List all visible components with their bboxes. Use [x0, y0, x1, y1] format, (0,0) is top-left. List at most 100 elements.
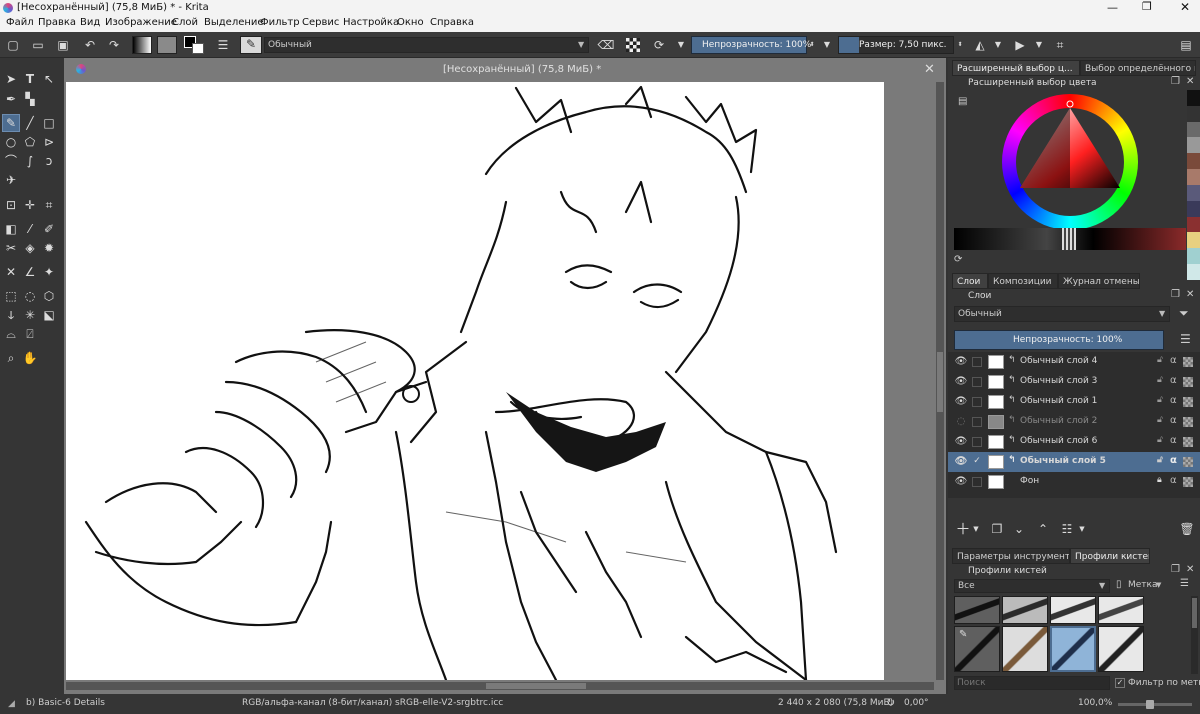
color-triangle[interactable] — [1002, 94, 1138, 230]
brush-preset-4[interactable] — [1098, 596, 1144, 624]
alpha-lock-icon[interactable]: α — [1170, 395, 1177, 406]
close-window-button[interactable]: ✕ — [1180, 0, 1190, 14]
bezier-path-icon[interactable]: ✒ — [2, 90, 20, 108]
new-document-icon[interactable]: ▢ — [5, 37, 21, 53]
inherit-alpha-icon[interactable] — [1183, 477, 1193, 487]
menu-view[interactable]: Вид — [80, 17, 100, 28]
bezier-select-icon[interactable]: ⌓ — [2, 325, 20, 343]
tag-icon[interactable]: ▯ — [1116, 579, 1122, 590]
layer-row[interactable]: 👁 ↰ Обычный слой 3 🔓︎ α — [948, 372, 1200, 392]
similar-select-icon[interactable]: ⬕ — [40, 306, 58, 324]
float-icon[interactable]: ❐ — [1171, 76, 1180, 87]
chevron-down-icon[interactable]: ▼ — [972, 524, 980, 534]
brush-preset-1[interactable] — [954, 596, 1000, 624]
move-tool-icon[interactable]: ✛ — [21, 196, 39, 214]
color-settings-icon[interactable]: ▤ — [958, 96, 967, 107]
pan-tool-icon[interactable]: ✋ — [21, 349, 39, 367]
palette-strip[interactable] — [1187, 90, 1200, 280]
opacity-stepper-icon[interactable]: ⬍ — [807, 36, 817, 54]
ellipse-select-icon[interactable]: ◌ — [21, 287, 39, 305]
brush-search-input[interactable] — [954, 676, 1110, 690]
color-picker-icon[interactable]: ⁄ — [21, 220, 39, 238]
tab-brush-presets[interactable]: Профили кистей — [1070, 548, 1150, 564]
wrap-around-icon[interactable]: ⌗ — [1052, 37, 1068, 53]
inherit-alpha-icon[interactable] — [1183, 457, 1193, 467]
smart-patch-icon[interactable]: ✂ — [2, 239, 20, 257]
layer-checkbox[interactable] — [972, 397, 982, 407]
alpha-lock-icon[interactable]: α — [1170, 475, 1177, 486]
reference-tool-icon[interactable]: ✦ — [40, 263, 58, 281]
crop-tool-icon[interactable]: ⌗ — [40, 196, 58, 214]
move-layer-down-icon[interactable]: ⌄ — [1010, 520, 1028, 538]
chevron-down-icon[interactable]: ▼ — [822, 40, 832, 50]
inherit-alpha-icon[interactable] — [1183, 397, 1193, 407]
background-color-swatch[interactable] — [192, 43, 204, 54]
layer-checkbox[interactable] — [972, 357, 982, 367]
crop-transform-icon[interactable]: ⊡ — [2, 196, 20, 214]
magnetic-select-icon[interactable]: ⍁ — [21, 325, 39, 343]
alpha-lock-icon[interactable]: α — [1170, 435, 1177, 446]
tab-tool-options[interactable]: Параметры инструмента — [952, 548, 1070, 564]
add-layer-icon[interactable]: ＋ — [954, 520, 972, 538]
line-tool-icon[interactable]: ╱ — [21, 114, 39, 132]
gradient-swatch[interactable] — [132, 36, 152, 54]
close-icon[interactable]: ✕ — [1186, 289, 1194, 300]
tab-compositions[interactable]: Композиции — [988, 273, 1058, 289]
filter-by-tag-checkbox[interactable]: ✓ — [1115, 678, 1125, 688]
filter-icon[interactable]: ⏷ — [1179, 306, 1189, 321]
fill-tool-icon[interactable]: ◈ — [21, 239, 39, 257]
pattern-swatch[interactable] — [157, 36, 177, 54]
maximize-button[interactable]: ❐ — [1142, 0, 1152, 13]
layer-row[interactable]: 👁 ↰ Обычный слой 4 🔓︎ α — [948, 352, 1200, 372]
menu-filter[interactable]: Фильтр — [260, 17, 300, 28]
ellipse-tool-icon[interactable]: ○ — [2, 133, 20, 151]
menu-window[interactable]: Окно — [397, 17, 424, 28]
rect-select-icon[interactable]: ⬚ — [2, 287, 20, 305]
menu-help[interactable]: Справка — [430, 17, 474, 28]
eye-icon[interactable]: 👁 — [954, 455, 968, 469]
layer-row[interactable]: 👁 ↰ Обычный слой 6 🔓︎ α — [948, 432, 1200, 452]
rotation-value[interactable]: 0,00° — [904, 698, 929, 708]
color-wheel[interactable] — [1002, 94, 1138, 230]
brush-view-settings-icon[interactable]: ☰ — [1180, 578, 1189, 589]
alpha-lock-icon[interactable]: α — [1170, 355, 1177, 366]
eye-icon[interactable]: 👁 — [954, 355, 968, 369]
menu-settings[interactable]: Настройка — [343, 17, 399, 28]
polygon-select-icon[interactable]: ⬡ — [40, 287, 58, 305]
contiguous-select-icon[interactable]: ✳ — [21, 306, 39, 324]
lock-icon[interactable]: 🔓︎ — [1157, 375, 1163, 385]
reload-preset-icon[interactable]: ⟳ — [651, 37, 667, 53]
open-folder-icon[interactable]: ▭ — [30, 37, 46, 53]
lock-icon[interactable]: 🔒︎ — [1157, 475, 1162, 485]
brush-size-slider[interactable]: Размер: 7,50 пикс. — [838, 36, 954, 54]
float-icon[interactable]: ❐ — [1171, 564, 1180, 575]
calligraphy-icon[interactable]: ▚ — [21, 90, 39, 108]
assistant-tool-icon[interactable]: ✕ — [2, 263, 20, 281]
enclose-fill-icon[interactable]: ✹ — [40, 239, 58, 257]
duplicate-layer-icon[interactable]: ❐ — [988, 520, 1006, 538]
lock-icon[interactable]: 🔓︎ — [1157, 395, 1163, 405]
layer-checkbox[interactable] — [972, 477, 982, 487]
layer-row[interactable]: 👁 Фон 🔒︎ α — [948, 472, 1200, 492]
inherit-alpha-icon[interactable] — [1183, 377, 1193, 387]
brush-preset-2[interactable] — [1002, 596, 1048, 624]
menu-tools[interactable]: Сервис — [302, 17, 339, 28]
layer-row[interactable]: 👁 ↰ Обычный слой 1 🔓︎ α — [948, 392, 1200, 412]
layer-checkbox[interactable]: ✓ — [972, 457, 982, 467]
vertical-scrollbar[interactable] — [936, 82, 944, 680]
layer-row-hidden[interactable]: ◌ ↰ Обычный слой 2 🔓︎ α — [948, 412, 1200, 432]
eraser-icon[interactable]: ⌫ — [598, 37, 615, 53]
gradient-tool-icon[interactable]: ◧ — [2, 220, 20, 238]
chevron-down-icon[interactable]: ▼ — [676, 40, 686, 50]
float-icon[interactable]: ❐ — [1171, 289, 1180, 300]
color-history-bar[interactable] — [954, 228, 1186, 250]
tab-undo-history[interactable]: Журнал отмены — [1058, 273, 1140, 289]
layer-opacity-slider[interactable]: Непрозрачность: 100% — [954, 330, 1164, 350]
zoom-value[interactable]: 100,0% — [1078, 698, 1112, 708]
preserve-alpha-icon[interactable] — [626, 38, 640, 52]
layer-checkbox[interactable] — [972, 377, 982, 387]
tab-advanced-color[interactable]: Расширенный выбор ц... — [952, 60, 1080, 76]
menu-layer[interactable]: Слой — [172, 17, 198, 28]
zoom-tool-icon[interactable]: ⌕ — [2, 349, 20, 367]
freehand-path-icon[interactable]: ∫ — [21, 152, 39, 170]
